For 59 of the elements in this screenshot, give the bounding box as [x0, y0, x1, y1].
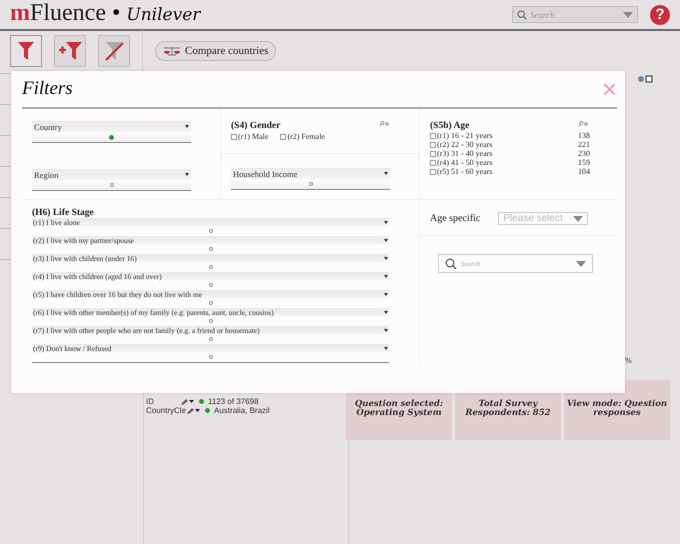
selection-value: 1123 of 37698	[208, 397, 259, 406]
caret-icon	[384, 328, 388, 332]
compare-button[interactable]: Compare countries	[155, 41, 276, 61]
age-option[interactable]: (r1) 16 - 21 years	[430, 131, 493, 140]
search-icon	[517, 10, 527, 20]
logo-letter: m	[10, 0, 30, 28]
percent-label: %	[625, 356, 632, 365]
caret-icon	[384, 346, 388, 350]
gender-option[interactable]: (r2) Female	[280, 132, 325, 141]
option-count: 104	[578, 167, 590, 176]
caret-icon	[384, 172, 388, 175]
filter-tool-button[interactable]	[54, 35, 86, 67]
filter-tool-button[interactable]	[10, 35, 42, 67]
caret-icon	[384, 274, 388, 278]
question-title: (S4) Gender	[231, 121, 280, 131]
funnel-icon	[18, 42, 34, 60]
edit-icon[interactable]	[180, 398, 194, 405]
caret-icon	[185, 173, 189, 176]
scales-icon	[163, 46, 181, 56]
country-dropdown[interactable]: Country	[32, 121, 191, 132]
logo-separator: •	[112, 0, 120, 28]
question-title: (S5b) Age	[430, 121, 470, 131]
age-option[interactable]: (r2) 22 - 30 years	[430, 140, 493, 149]
option-count: 221	[578, 140, 590, 149]
option-count: 138	[578, 131, 590, 140]
client-name: Unilever	[126, 4, 200, 27]
filter-tool-button[interactable]	[98, 35, 130, 67]
caret-icon	[384, 310, 388, 314]
selection-field: ID	[146, 397, 180, 406]
edit-icon[interactable]	[186, 407, 200, 414]
tools-icon[interactable]	[578, 121, 590, 127]
dialog-title: Filters	[22, 78, 74, 100]
caret-icon	[384, 292, 388, 296]
gender-option[interactable]: (r1) Male	[231, 132, 268, 141]
caret-icon	[185, 125, 189, 128]
age-option[interactable]: (r4) 41 - 50 years	[430, 158, 493, 167]
option-count: 230	[578, 149, 590, 158]
caret-icon	[384, 256, 388, 260]
income-dropdown[interactable]: Household Income	[231, 168, 390, 179]
option-count: 159	[578, 158, 590, 167]
tools-icon[interactable]	[379, 121, 391, 127]
logo-text: Fluence	[30, 0, 106, 28]
field-label: Age specific	[430, 213, 480, 224]
caret-icon	[384, 238, 388, 242]
help-button[interactable]: ?	[650, 4, 670, 24]
window-icon	[638, 75, 654, 83]
region-dropdown[interactable]: Region	[32, 169, 191, 180]
clear-filter-icon	[104, 41, 124, 61]
selection-value: Australia, Brazil	[214, 406, 270, 415]
age-option[interactable]: (r3) 31 - 40 years	[430, 149, 493, 158]
dropdown-icon	[576, 260, 586, 266]
dropdown-icon	[573, 216, 584, 222]
dropdown-icon	[623, 12, 633, 18]
caret-icon	[384, 220, 388, 224]
selection-field: CountryCle	[146, 406, 186, 415]
question-title: (H6) Life Stage	[32, 208, 94, 218]
search-icon	[445, 258, 457, 270]
add-filter-icon	[58, 42, 82, 60]
age-option[interactable]: (r5) 51 - 60 years	[430, 167, 493, 176]
